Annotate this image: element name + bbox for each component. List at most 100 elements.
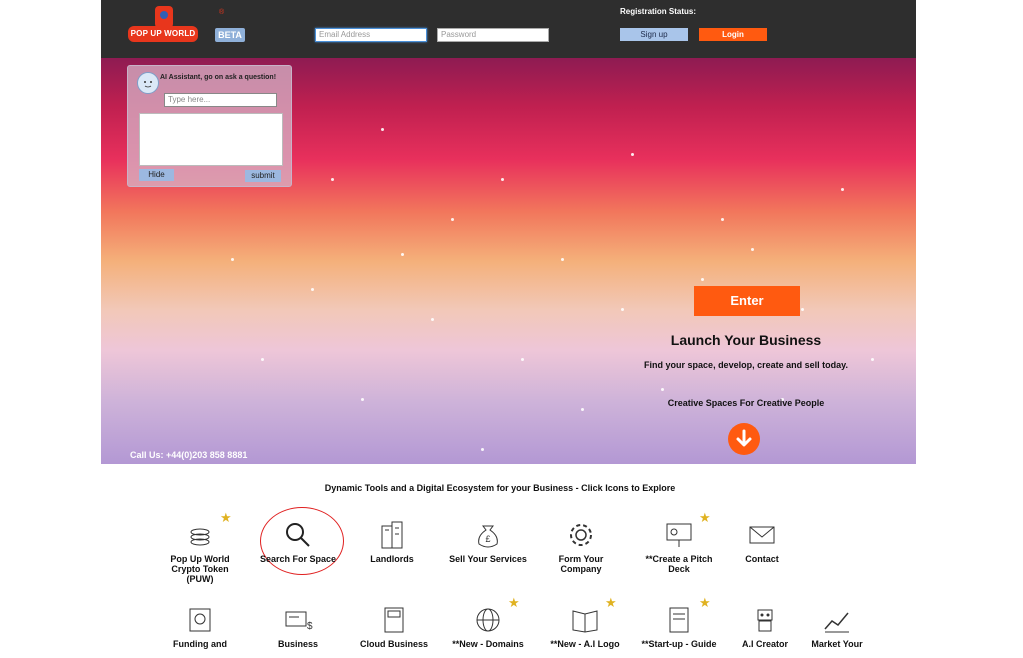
star-dot xyxy=(521,358,524,361)
email-field[interactable]: Email Address xyxy=(315,28,427,42)
hero-subhead: Find your space, develop, create and sel… xyxy=(644,360,848,370)
ai-submit-button[interactable]: submit xyxy=(245,170,281,182)
logo-text: POP UP WORLD xyxy=(128,26,198,42)
star-dot xyxy=(381,128,384,131)
tool-label: **New - A.I Logo xyxy=(550,639,620,649)
star-dot xyxy=(631,153,634,156)
star-dot xyxy=(431,318,434,321)
registration-status: Registration Status: xyxy=(620,7,697,16)
svg-text:£: £ xyxy=(485,534,490,544)
star-dot xyxy=(661,388,664,391)
tool-label: **Start-up - Guide xyxy=(641,639,717,649)
star-dot xyxy=(501,178,504,181)
star-dot xyxy=(561,258,564,261)
hero-banner: AI Assistant, go on ask a question! Type… xyxy=(101,58,916,464)
scroll-down-button[interactable] xyxy=(728,423,760,455)
registered-mark: ® xyxy=(219,9,225,16)
tool-chart[interactable]: Market Your xyxy=(797,605,877,649)
star-dot xyxy=(231,258,234,261)
hero-headline: Launch Your Business xyxy=(670,332,822,348)
tool-guide[interactable]: **Start-up - Guide ★ xyxy=(639,595,719,649)
new-star-icon: ★ xyxy=(699,510,711,525)
ai-avatar-icon xyxy=(137,72,159,94)
globe-icon xyxy=(473,605,503,635)
tool-label: A.I Creator xyxy=(741,639,788,649)
tool-label: Landlords xyxy=(370,554,414,564)
phone-icon xyxy=(379,605,409,635)
pop-up-world-logo[interactable]: POP UP WORLD ® xyxy=(128,6,224,46)
tool-phone[interactable]: Cloud Business xyxy=(354,605,434,649)
star-dot xyxy=(801,308,804,311)
tool-card[interactable]: $ Business xyxy=(258,605,338,649)
ai-response-area[interactable] xyxy=(139,113,283,166)
beta-badge: BETA xyxy=(215,28,245,42)
new-star-icon: ★ xyxy=(508,595,520,610)
star-dot xyxy=(841,188,844,191)
ai-assistant-panel: AI Assistant, go on ask a question! Type… xyxy=(127,65,292,187)
book-icon xyxy=(570,605,600,635)
presentation-icon xyxy=(664,520,694,550)
ai-hide-button[interactable]: Hide xyxy=(139,169,174,181)
star-dot xyxy=(751,248,754,251)
tool-funding[interactable]: Funding and xyxy=(160,605,240,649)
tool-label: Business xyxy=(277,639,319,649)
tool-gear[interactable]: Form Your Company xyxy=(541,520,621,574)
arrow-down-icon xyxy=(736,429,752,447)
new-star-icon: ★ xyxy=(605,595,617,610)
star-dot xyxy=(701,278,704,281)
new-star-icon: ★ xyxy=(220,510,232,525)
coins-icon xyxy=(185,520,215,550)
tool-label: Contact xyxy=(745,554,779,564)
tool-robot[interactable]: A.I Creator xyxy=(725,605,805,649)
svg-text:$: $ xyxy=(307,621,313,632)
chart-icon xyxy=(822,605,852,635)
star-dot xyxy=(361,398,364,401)
tools-heading: Dynamic Tools and a Digital Ecosystem fo… xyxy=(324,483,676,493)
star-dot xyxy=(481,448,484,451)
tool-search[interactable]: Search For Space xyxy=(258,520,338,564)
star-dot xyxy=(261,358,264,361)
guide-icon xyxy=(664,605,694,635)
tool-label: **Create a Pitch Deck xyxy=(645,554,713,574)
signup-button[interactable]: Sign up xyxy=(620,28,688,41)
tool-label: Pop Up World Crypto Token (PUW) xyxy=(170,554,230,584)
tool-coins[interactable]: Pop Up World Crypto Token (PUW) ★ xyxy=(160,510,240,584)
star-dot xyxy=(401,253,404,256)
tool-label: Form Your Company xyxy=(558,554,604,574)
gear-icon xyxy=(566,520,596,550)
star-dot xyxy=(721,218,724,221)
star-dot xyxy=(451,218,454,221)
call-us-phone[interactable]: Call Us: +44(0)203 858 8881 xyxy=(130,450,247,460)
tool-label: **New - Domains xyxy=(452,639,524,649)
robot-icon xyxy=(750,605,780,635)
money-bag-icon: £ xyxy=(473,520,503,550)
logo-badge-icon xyxy=(155,6,173,28)
funding-icon xyxy=(185,605,215,635)
ai-assistant-title: AI Assistant, go on ask a question! xyxy=(160,74,277,81)
envelope-icon xyxy=(747,520,777,550)
tool-building[interactable]: Landlords xyxy=(352,520,432,564)
password-field[interactable]: Password xyxy=(437,28,549,42)
tool-presentation[interactable]: **Create a Pitch Deck ★ xyxy=(639,510,719,574)
star-dot xyxy=(621,308,624,311)
enter-button[interactable]: Enter xyxy=(694,286,800,316)
star-dot xyxy=(581,408,584,411)
star-dot xyxy=(311,288,314,291)
hero-tagline: Creative Spaces For Creative People xyxy=(667,398,825,408)
page: POP UP WORLD ® BETA Email Address Passwo… xyxy=(0,0,1023,658)
tool-envelope[interactable]: Contact xyxy=(722,520,802,564)
card-icon: $ xyxy=(283,605,313,635)
tool-money-bag[interactable]: £ Sell Your Services xyxy=(448,520,528,564)
building-icon xyxy=(377,520,407,550)
ai-question-input[interactable]: Type here... xyxy=(164,93,277,107)
star-dot xyxy=(331,178,334,181)
tool-book[interactable]: **New - A.I Logo ★ xyxy=(545,595,625,649)
search-icon xyxy=(283,520,313,550)
new-star-icon: ★ xyxy=(699,595,711,610)
tool-label: Cloud Business xyxy=(359,639,428,649)
login-button[interactable]: Login xyxy=(699,28,767,41)
tool-label: Search For Space xyxy=(259,554,337,564)
star-dot xyxy=(871,358,874,361)
tool-label: Sell Your Services xyxy=(449,554,527,564)
tool-globe[interactable]: **New - Domains ★ xyxy=(448,595,528,649)
